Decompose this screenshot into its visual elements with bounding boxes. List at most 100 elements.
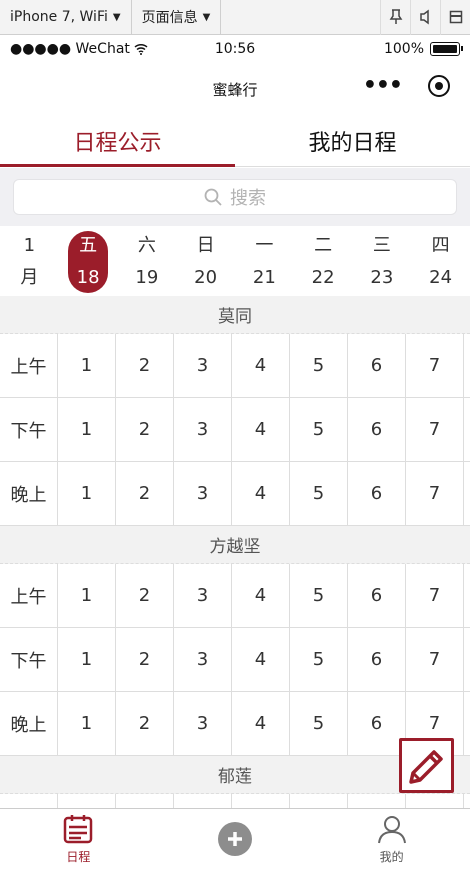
schedule-cell[interactable]: 2 bbox=[116, 398, 174, 461]
user-icon bbox=[377, 815, 406, 843]
tabbar-label: 日程 bbox=[66, 849, 91, 864]
schedule-cell[interactable]: 6 bbox=[348, 334, 406, 397]
status-bar: ●●●●● WeChat 10:56 100% bbox=[0, 35, 470, 63]
day-item[interactable]: 二 22 bbox=[294, 228, 353, 296]
schedule-cell[interactable]: 7 bbox=[406, 462, 464, 525]
schedule-cell[interactable]: 5 bbox=[290, 628, 348, 691]
schedule-cell[interactable]: 1 bbox=[58, 692, 116, 755]
day-item[interactable]: 日 20 bbox=[176, 228, 235, 296]
slot-label: 晚上 bbox=[0, 692, 58, 755]
schedule-cell[interactable] bbox=[290, 794, 348, 808]
weekday-label: 日 bbox=[196, 235, 215, 256]
window-icon[interactable] bbox=[440, 0, 470, 35]
schedule-cell[interactable]: 5 bbox=[290, 692, 348, 755]
day-item[interactable]: 一 21 bbox=[235, 228, 294, 296]
schedule-cell[interactable]: 1 bbox=[58, 334, 116, 397]
schedule-cell[interactable]: 1 bbox=[58, 564, 116, 627]
schedule-cell[interactable]: 5 bbox=[290, 564, 348, 627]
weekday-label: 一 bbox=[255, 235, 274, 256]
schedule-cell[interactable]: 1 bbox=[58, 398, 116, 461]
schedule-cell[interactable]: 2 bbox=[116, 564, 174, 627]
weekday-label: 四 bbox=[431, 235, 450, 256]
schedule-cell[interactable]: 6 bbox=[348, 564, 406, 627]
schedule-cell[interactable]: 7 bbox=[406, 628, 464, 691]
search-icon bbox=[204, 188, 222, 206]
schedule-list: 莫同 上午 1 2 3 4 5 6 7 下午 1 2 3 4 5 6 7 晚上 … bbox=[0, 296, 470, 808]
schedule-cell[interactable]: 7 bbox=[406, 564, 464, 627]
day-item[interactable]: 四 24 bbox=[411, 228, 470, 296]
schedule-cell[interactable]: 2 bbox=[116, 334, 174, 397]
date-label: 18 bbox=[76, 267, 100, 288]
schedule-cell[interactable]: 3 bbox=[174, 334, 232, 397]
schedule-cell[interactable] bbox=[58, 794, 116, 808]
search-input[interactable]: 搜索 bbox=[13, 179, 457, 215]
table-row: 下午 1 2 3 4 5 6 7 bbox=[0, 398, 470, 462]
schedule-cell[interactable]: 4 bbox=[232, 398, 290, 461]
schedule-cell[interactable]: 2 bbox=[116, 628, 174, 691]
pin-icon[interactable] bbox=[380, 0, 410, 35]
tab-label: 日程公示 bbox=[73, 130, 162, 156]
tab-my-schedule[interactable]: 我的日程 bbox=[235, 115, 470, 166]
chevron-down-icon: ▼ bbox=[202, 11, 211, 23]
person-header: 方越坚 bbox=[0, 526, 470, 564]
schedule-cell[interactable]: 3 bbox=[174, 462, 232, 525]
schedule-cell[interactable]: 1 bbox=[58, 462, 116, 525]
schedule-cell[interactable] bbox=[348, 794, 406, 808]
schedule-cell[interactable]: 3 bbox=[174, 692, 232, 755]
schedule-cell[interactable]: 6 bbox=[348, 398, 406, 461]
schedule-cell[interactable] bbox=[232, 794, 290, 808]
schedule-cell[interactable]: 6 bbox=[348, 692, 406, 755]
schedule-cell[interactable]: 7 bbox=[406, 334, 464, 397]
more-icon[interactable]: ••• bbox=[363, 75, 403, 97]
device-select[interactable]: iPhone 7, WiFi ▼ bbox=[0, 0, 132, 35]
calendar-icon bbox=[64, 814, 93, 843]
schedule-cell[interactable] bbox=[406, 794, 464, 808]
day-item[interactable]: 五 18 bbox=[59, 228, 118, 296]
weekday-label: 二 bbox=[314, 235, 333, 256]
schedule-cell[interactable] bbox=[116, 794, 174, 808]
schedule-cell[interactable]: 3 bbox=[174, 628, 232, 691]
schedule-cell[interactable]: 2 bbox=[116, 462, 174, 525]
battery-percent: 100% bbox=[383, 41, 424, 57]
schedule-cell[interactable]: 6 bbox=[348, 628, 406, 691]
slot-label: 晚上 bbox=[0, 462, 58, 525]
day-item[interactable]: 三 23 bbox=[353, 228, 412, 296]
schedule-cell[interactable]: 1 bbox=[58, 628, 116, 691]
schedule-cell[interactable]: 4 bbox=[232, 564, 290, 627]
date-label: 21 bbox=[252, 267, 276, 288]
schedule-cell[interactable]: 7 bbox=[406, 398, 464, 461]
schedule-cell[interactable]: 5 bbox=[290, 462, 348, 525]
edit-schedule-button[interactable] bbox=[399, 738, 454, 793]
week-selector: 1 月 五 18 六 19 日 20 一 21 二 22 三 23 四 24 bbox=[0, 228, 470, 296]
page-info-select[interactable]: 页面信息 ▼ bbox=[132, 0, 222, 35]
tabbar-item-schedule[interactable]: 日程 bbox=[0, 809, 157, 869]
schedule-cell[interactable]: 3 bbox=[174, 398, 232, 461]
schedule-cell[interactable]: 5 bbox=[290, 334, 348, 397]
tabbar-item-add[interactable] bbox=[157, 809, 314, 869]
person-header: 莫同 bbox=[0, 296, 470, 334]
day-item[interactable]: 六 19 bbox=[118, 228, 177, 296]
date-label: 22 bbox=[311, 267, 335, 288]
slot-label: 上午 bbox=[0, 334, 58, 397]
schedule-cell[interactable]: 4 bbox=[232, 462, 290, 525]
tabbar-item-mine[interactable]: 我的 bbox=[313, 809, 470, 869]
weekday-label: 六 bbox=[137, 235, 156, 256]
slot-label: 上午 bbox=[0, 564, 58, 627]
chevron-down-icon: ▼ bbox=[112, 11, 121, 23]
schedule-cell[interactable] bbox=[174, 794, 232, 808]
schedule-cell[interactable]: 2 bbox=[116, 692, 174, 755]
schedule-cell[interactable]: 4 bbox=[232, 628, 290, 691]
schedule-cell[interactable]: 3 bbox=[174, 564, 232, 627]
volume-icon[interactable] bbox=[410, 0, 440, 35]
date-label: 23 bbox=[370, 267, 394, 288]
schedule-cell[interactable]: 6 bbox=[348, 462, 406, 525]
close-target-icon[interactable] bbox=[428, 75, 450, 97]
slot-label: 下午 bbox=[0, 628, 58, 691]
page-info-label: 页面信息 bbox=[141, 10, 198, 26]
schedule-cell[interactable]: 5 bbox=[290, 398, 348, 461]
tab-public-schedule[interactable]: 日程公示 bbox=[0, 115, 235, 167]
table-row: 晚上 1 2 3 4 5 6 7 bbox=[0, 462, 470, 526]
schedule-cell[interactable]: 4 bbox=[232, 334, 290, 397]
schedule-cell[interactable]: 4 bbox=[232, 692, 290, 755]
carrier-label: ●●●●● WeChat bbox=[10, 41, 130, 57]
